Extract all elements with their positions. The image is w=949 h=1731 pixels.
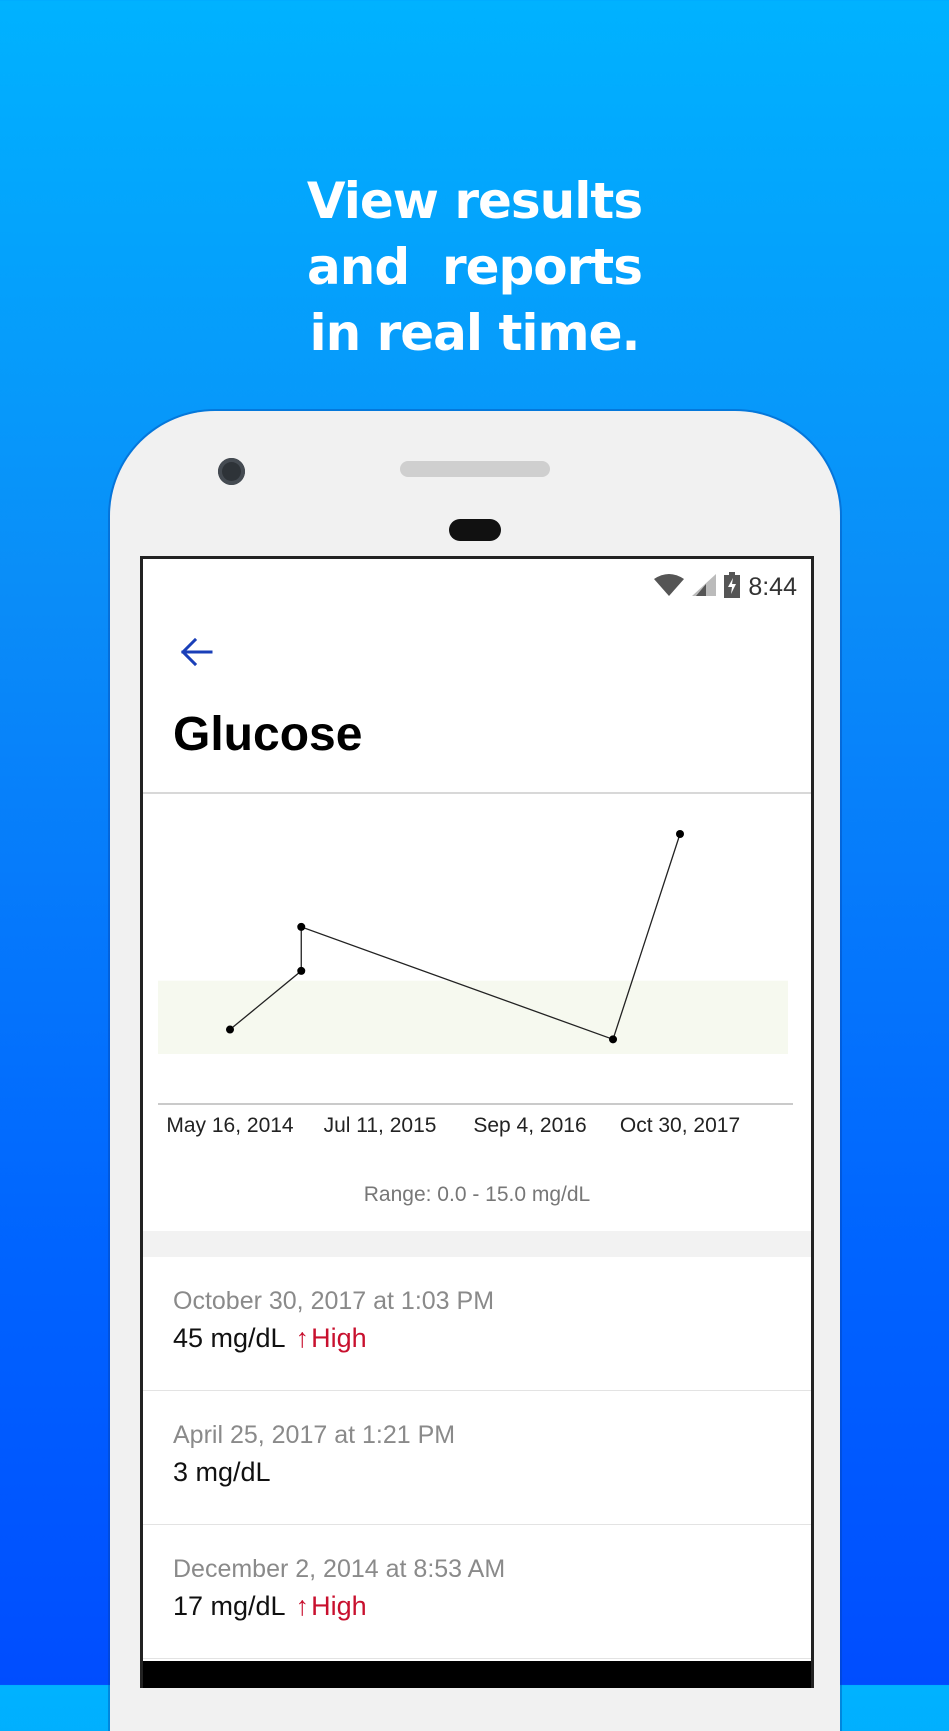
status-time: 8:44 [748,573,797,601]
flag-label: High [311,1591,367,1621]
headline-line-1: View results [306,172,643,230]
headline: View results and reports in real time. [0,168,949,366]
arrow-up-icon: ↑ [295,1591,310,1621]
result-date: October 30, 2017 at 1:03 PM [173,1287,495,1315]
result-value: 17 mg/dL [173,1591,286,1621]
section-gap [143,1231,811,1257]
glucose-chart: May 16, 2014 Jul 11, 2015 Sep 4, 2016 Oct 3… [158,830,793,1137]
reference-range-band [158,980,788,1054]
headline-line-2: and reports [307,238,643,296]
wifi-icon [654,574,685,601]
result-date: April 25, 2017 at 1:21 PM [173,1421,456,1449]
range-label: Range: 0.0 - 15.0 mg/dL [363,1183,591,1206]
arrow-left-icon [180,637,213,667]
phone-screen: 8:44 Glucose May 16, 2014 Jul 11, 2015 Sep… [140,556,814,1688]
high-flag [281,1457,283,1487]
system-nav-bar [143,1661,811,1688]
page-title: Glucose [173,708,363,761]
x-tick-label: Jul 11, 2015 [324,1114,437,1137]
result-value: 3 mg/dL [173,1457,271,1487]
x-tick-label: May 16, 2014 [166,1114,294,1137]
earpiece-speaker [400,461,550,477]
high-flag: ↑High [296,1323,367,1353]
flag-label: High [311,1323,367,1353]
x-tick-label: Oct 30, 2017 [620,1114,740,1137]
cell-signal-icon [692,574,717,601]
arrow-up-icon: ↑ [295,1323,310,1353]
proximity-sensor [449,519,501,541]
result-value: 45 mg/dL [173,1323,286,1353]
result-row[interactable]: October 30, 2017 at 1:03 PM 45 mg/dL ↑Hig… [143,1257,811,1391]
back-button[interactable] [173,629,219,675]
status-bar: 8:44 [143,559,811,609]
data-point [609,1035,618,1044]
result-row[interactable]: April 25, 2017 at 1:21 PM 3 mg/dL [143,1391,811,1525]
battery-charging-icon [724,572,741,603]
data-point [226,1025,234,1034]
data-point [297,966,306,975]
result-date: December 2, 2014 at 8:53 AM [173,1555,506,1583]
data-point [297,922,306,931]
results-list: October 30, 2017 at 1:03 PM 45 mg/dL ↑Hig… [143,1257,811,1659]
data-point [676,830,684,838]
high-flag: ↑High [296,1591,367,1621]
headline-line-3: in real time. [309,304,640,362]
result-row[interactable]: December 2, 2014 at 8:53 AM 17 mg/dL ↑Hig… [143,1525,811,1659]
x-tick-label: Sep 4, 2016 [473,1114,586,1137]
front-camera [218,458,245,485]
